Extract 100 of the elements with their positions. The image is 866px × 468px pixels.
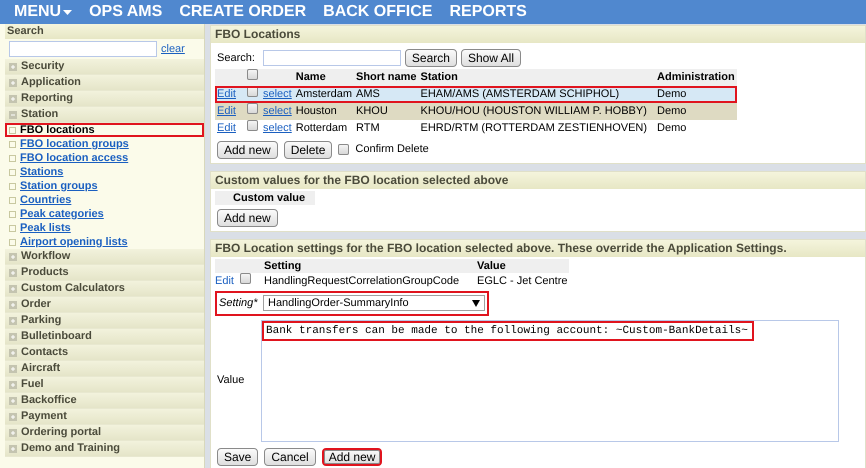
column-header: Setting xyxy=(264,259,302,273)
sidebar-item[interactable]: FBO location groups xyxy=(5,137,204,151)
square-icon xyxy=(9,126,16,134)
square-icon xyxy=(9,196,16,204)
square-icon xyxy=(9,168,16,176)
table-cell-text: EHRD/RTM (ROTTERDAM ZESTIENHOVEN) xyxy=(420,120,648,136)
edit-link[interactable]: Edit xyxy=(217,88,236,100)
square-icon xyxy=(9,182,16,190)
table-cell-text: EHAM/AMS (AMSTERDAM SCHIPHOL) xyxy=(420,86,620,102)
sidebar-section[interactable]: Parking xyxy=(5,313,204,329)
select-link[interactable]: select xyxy=(263,104,292,117)
sidebar-title: Search xyxy=(5,24,204,39)
sidebar-section[interactable]: Workflow xyxy=(5,249,204,265)
sidebar-item[interactable]: Countries xyxy=(5,193,204,207)
sidebar-item[interactable]: Peak categories xyxy=(5,207,204,221)
dropdown-arrow-icon xyxy=(472,300,480,307)
sidebar-item[interactable]: Peak lists xyxy=(5,221,204,235)
checkbox[interactable] xyxy=(247,69,258,80)
menu-link[interactable]: MENU xyxy=(14,0,72,24)
table-cell-text: Demo xyxy=(656,120,688,136)
panel-header: FBO Location settings for the FBO location selected above. These override the Application Settings. xyxy=(211,240,865,257)
edit-link[interactable]: Edit xyxy=(217,104,236,117)
edit-link[interactable]: Edit xyxy=(217,122,236,134)
select-link[interactable]: select xyxy=(263,122,292,134)
edit-link[interactable]: Edit xyxy=(215,272,240,290)
column-header: Name xyxy=(294,70,327,85)
sidebar-section[interactable]: Ordering portal xyxy=(5,425,204,441)
add-new-button[interactable]: Add new xyxy=(217,208,278,226)
sidebar-item[interactable]: FBO locations xyxy=(5,123,204,137)
table-cell-text: KHOU xyxy=(355,104,389,119)
panel-header: Custom values for the FBO location selected above xyxy=(211,172,865,188)
search-field[interactable] xyxy=(9,41,157,57)
table-cell-text: Rotterdam xyxy=(294,120,348,136)
sidebar-item[interactable]: Station groups xyxy=(5,179,204,193)
column-header: Administration xyxy=(656,70,736,85)
table-row[interactable]: Edit select Amsterdam AMS EHAM/AMS (AMSTERDAM SCHIPHOL) Demo xyxy=(215,86,737,102)
column-header: Value xyxy=(477,259,506,273)
action-button[interactable]: Add new xyxy=(217,140,278,158)
column-header: Station xyxy=(420,70,459,85)
sidebar-section[interactable]: Demo and Training xyxy=(5,441,204,457)
sidebar-section[interactable]: Products xyxy=(5,265,204,281)
search-label: Search: xyxy=(217,50,255,66)
sidebar-section[interactable]: Reporting xyxy=(5,91,204,107)
column-header: Custom value xyxy=(215,190,315,204)
setting-dropdown[interactable]: HandlingOrder-SummaryInfo xyxy=(263,295,485,312)
table-cell-text: AMS xyxy=(355,86,381,102)
sidebar-section[interactable]: Custom Calculators xyxy=(5,281,204,297)
checkbox[interactable] xyxy=(338,144,350,155)
table-cell-text: Houston xyxy=(294,104,338,119)
search-button[interactable]: Show All xyxy=(460,49,521,67)
sidebar-section[interactable]: Station xyxy=(5,107,204,123)
table-row[interactable]: Edit select Houston KHOU KHOU/HOU (HOUSTON WILLIAM P. HOBBY) Demo xyxy=(215,102,737,120)
form-button[interactable]: Add new xyxy=(322,448,382,466)
search-field[interactable] xyxy=(262,50,401,66)
menu-link[interactable]: BACK OFFICE xyxy=(323,0,432,24)
column-header: Short name xyxy=(355,70,418,85)
table-cell-text: KHOU/HOU (HOUSTON WILLIAM P. HOBBY) xyxy=(420,104,648,119)
menu-link[interactable]: OPS AMS xyxy=(89,0,162,24)
menu-link[interactable]: REPORTS xyxy=(449,0,527,24)
sidebar-section[interactable]: Aircraft xyxy=(5,361,204,377)
square-icon xyxy=(9,210,16,218)
sidebar-section[interactable]: Security xyxy=(5,59,204,75)
sidebar-item[interactable]: FBO location access xyxy=(5,151,204,165)
form-button[interactable]: Save xyxy=(217,448,258,466)
sidebar-section[interactable]: Fuel xyxy=(5,377,204,393)
form-button[interactable]: Cancel xyxy=(264,448,316,466)
table-cell-text: RTM xyxy=(355,120,381,136)
square-icon xyxy=(9,238,16,246)
checkbox[interactable] xyxy=(240,272,251,284)
sidebar-section[interactable]: Order xyxy=(5,297,204,313)
sidebar-section[interactable]: Contacts xyxy=(5,345,204,361)
value-label: Value xyxy=(216,373,246,388)
square-icon xyxy=(9,140,16,148)
action-button[interactable]: Delete xyxy=(284,140,332,158)
select-link[interactable]: select xyxy=(263,88,292,100)
table-cell-text: Demo xyxy=(656,86,688,102)
value-field[interactable]: Bank transfers can be made to the following account: ~Custom-BankDetails~ xyxy=(261,320,839,442)
panel-header: FBO Locations xyxy=(211,26,865,43)
square-icon xyxy=(9,154,16,162)
caret-icon xyxy=(63,10,72,14)
sidebar-section[interactable]: Application xyxy=(5,75,204,91)
table-cell-text: Amsterdam xyxy=(294,86,353,102)
confirm-delete-label: Confirm Delete xyxy=(355,142,429,158)
sidebar-section[interactable]: Payment xyxy=(5,409,204,425)
menu-link[interactable]: CREATE ORDER xyxy=(179,0,306,24)
setting-label: Setting* xyxy=(219,296,259,311)
clear-link[interactable]: clear xyxy=(161,40,185,58)
table-cell-text: Demo xyxy=(656,104,688,119)
checkbox[interactable] xyxy=(247,102,258,114)
sidebar-section[interactable]: Backoffice xyxy=(5,393,204,409)
square-icon xyxy=(9,224,16,232)
checkbox[interactable] xyxy=(247,120,258,131)
sidebar-section[interactable]: Bulletinboard xyxy=(5,329,204,345)
table-row[interactable]: Edit select Rotterdam RTM EHRD/RTM (ROTTERDAM ZESTIENHOVEN) Demo xyxy=(215,120,737,136)
checkbox[interactable] xyxy=(247,86,258,97)
sidebar-item[interactable]: Stations xyxy=(5,165,204,179)
sidebar-item[interactable]: Airport opening lists xyxy=(5,235,204,249)
table-cell-text: EGLC - Jet Centre xyxy=(477,274,568,289)
table-cell-text: HandlingRequestCorrelationGroupCode xyxy=(264,274,460,289)
search-button[interactable]: Search xyxy=(404,49,457,67)
